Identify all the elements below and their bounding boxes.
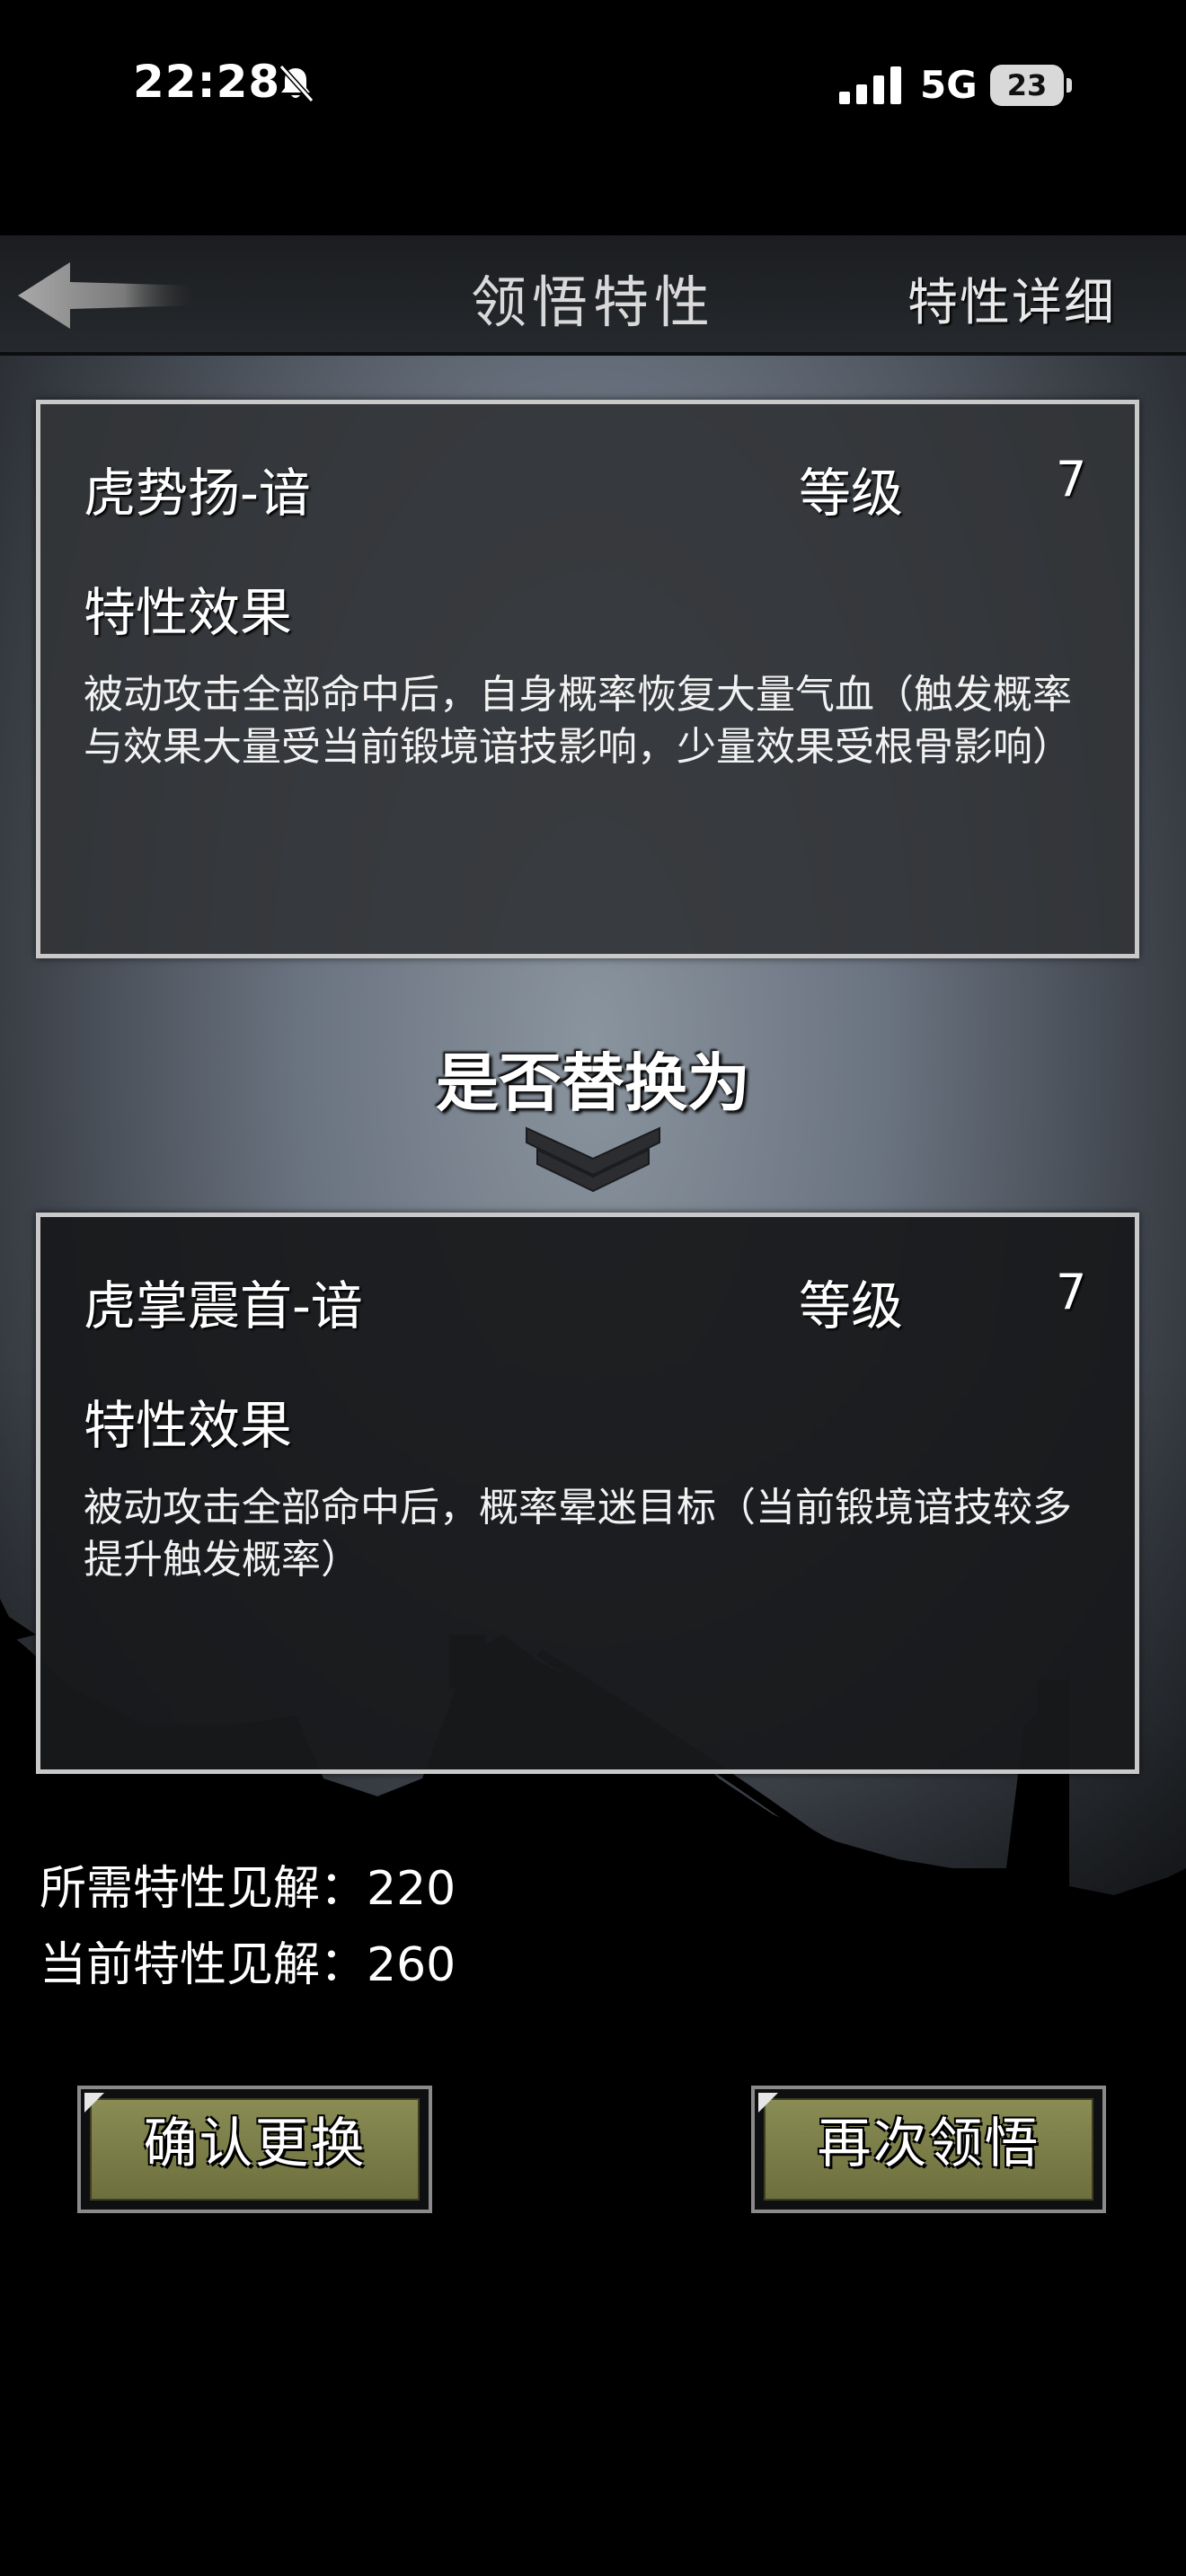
new-trait-effect-title: 特性效果 [84, 1395, 293, 1456]
current-trait-level-label: 等级 [799, 463, 904, 524]
confirm-replace-label: 确认更换 [143, 2113, 367, 2175]
comprehend-again-label: 再次领悟 [817, 2113, 1040, 2175]
current-trait-name: 虎势扬-谙 [84, 463, 311, 524]
chevron-down-icon [526, 1126, 660, 1193]
current-trait-effect-text: 被动攻击全部命中后，自身概率恢复大量气血（触发概率与效果大量受当前锻境谙技影响，… [84, 672, 1072, 770]
new-trait-name: 虎掌震首-谙 [84, 1275, 363, 1337]
new-trait-card: 虎掌震首-谙 等级 7 特性效果 被动攻击全部命中后，概率晕迷目标（当前锻境谙技… [36, 1213, 1139, 1774]
status-time: 22:28 [133, 56, 281, 108]
replace-prompt: 是否替换为 [436, 1046, 750, 1120]
signal-icon [839, 66, 901, 104]
confirm-replace-button[interactable]: 确认更换 [77, 2086, 432, 2213]
bell-muted-icon [279, 64, 314, 103]
screen: 22:28 5G 23 领悟特性 特性详细 虎势扬-谙 等级 7 特性效果 被动… [0, 0, 1186, 2576]
new-trait-effect-text: 被动攻击全部命中后，概率晕迷目标（当前锻境谙技较多提升触发概率） [84, 1485, 1072, 1583]
new-trait-level-label: 等级 [799, 1275, 904, 1337]
trait-detail-button[interactable]: 特性详细 [907, 262, 1116, 335]
current-trait-level: 7 [1056, 451, 1087, 507]
current-insight: 当前特性见解：260 [40, 1938, 456, 1992]
battery-level: 23 [1006, 68, 1048, 102]
new-trait-level: 7 [1056, 1264, 1087, 1320]
required-insight: 所需特性见解：220 [40, 1862, 456, 1916]
current-trait-card: 虎势扬-谙 等级 7 特性效果 被动攻击全部命中后，自身概率恢复大量气血（触发概… [36, 400, 1139, 958]
comprehend-again-button[interactable]: 再次领悟 [751, 2086, 1106, 2213]
battery-icon: 23 [990, 65, 1072, 106]
current-trait-effect-title: 特性效果 [84, 582, 293, 643]
network-type: 5G [920, 63, 978, 107]
